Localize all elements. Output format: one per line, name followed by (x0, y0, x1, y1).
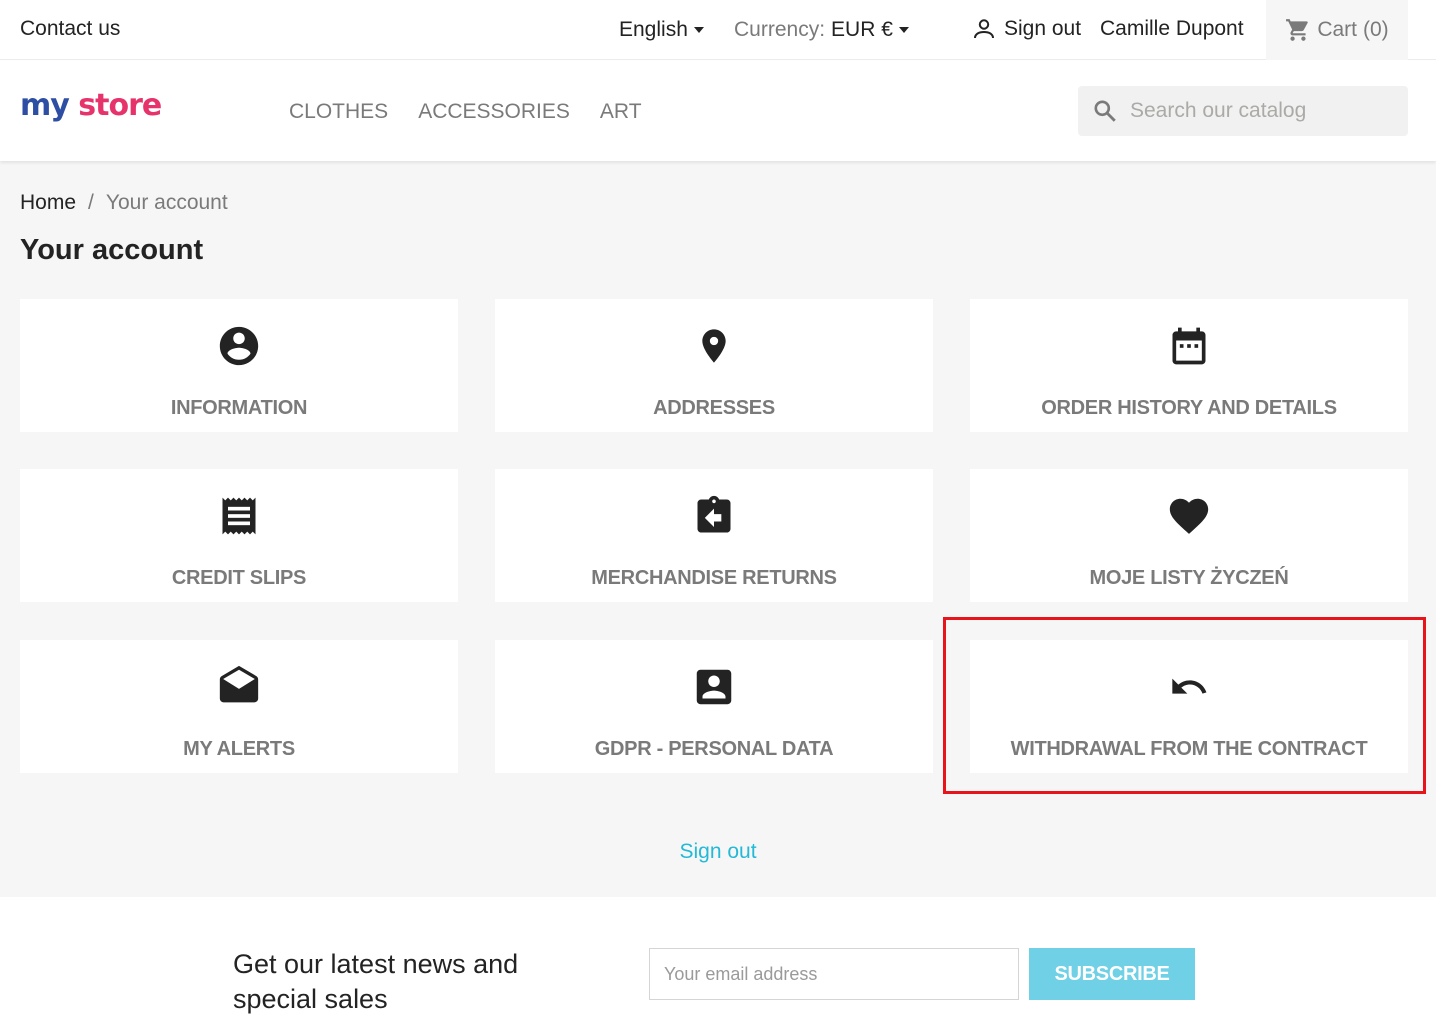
newsletter-section: Get our latest news and special sales Yo… (0, 897, 1436, 1016)
assignment-return-icon (697, 495, 731, 533)
nav-item-clothes[interactable]: CLOTHES (289, 100, 388, 124)
sign-out-link-label[interactable]: Sign out (679, 840, 756, 863)
tile-label: MY ALERTS (183, 738, 295, 760)
language-selector[interactable]: English (619, 18, 704, 42)
logo-text-my: my (20, 88, 70, 123)
tile-label: ORDER HISTORY AND DETAILS (1041, 397, 1337, 419)
breadcrumb-separator: / (88, 191, 94, 214)
breadcrumb: Home / Your account (20, 191, 228, 215)
tile-gdpr[interactable]: GDPR - PERSONAL DATA (495, 640, 933, 773)
currency-value: EUR € (831, 18, 893, 41)
tile-addresses[interactable]: ADDRESSES (495, 299, 933, 432)
cart-icon (1286, 19, 1309, 41)
location-pin-icon (702, 329, 726, 363)
tile-label: INFORMATION (170, 397, 308, 419)
currency-label: Currency: (734, 18, 826, 41)
envelope-open-icon (219, 665, 259, 703)
currency-selector[interactable]: Currency: EUR € (734, 18, 909, 42)
chevron-down-icon (693, 27, 704, 33)
tile-merchandise-returns[interactable]: MERCHANDISE RETURNS (495, 469, 933, 602)
subscribe-button[interactable]: SUBSCRIBE (1029, 948, 1195, 1000)
top-bar: Contact us English Currency: EUR € Sign … (0, 0, 1436, 60)
main-header: my store CLOTHES ACCESSORIES ART Search … (0, 60, 1436, 161)
receipt-icon (222, 497, 256, 535)
logo-text-store: store (78, 88, 162, 123)
page-title: Your account (20, 234, 204, 266)
account-circle-icon (219, 326, 259, 366)
language-label: English (619, 18, 688, 41)
sign-out-top-link[interactable]: Sign out (972, 17, 1081, 41)
cart-label: Cart (1317, 18, 1357, 41)
chevron-down-icon (898, 27, 909, 33)
email-field[interactable]: Your email address (649, 948, 1019, 1000)
breadcrumb-current: Your account (105, 191, 228, 214)
tile-label: MERCHANDISE RETURNS (591, 567, 837, 589)
user-name-link[interactable]: Camille Dupont (1100, 17, 1244, 41)
cart-button[interactable]: Cart (0) (1266, 0, 1408, 60)
breadcrumb-home[interactable]: Home (20, 191, 76, 215)
tile-label: CREDIT SLIPS (171, 567, 307, 589)
heart-icon (1169, 498, 1209, 534)
contact-us-link[interactable]: Contact us (20, 17, 120, 41)
nav-item-accessories[interactable]: ACCESSORIES (418, 100, 570, 124)
nav-item-art[interactable]: ART (600, 100, 642, 124)
highlight-box (943, 617, 1426, 794)
search-box[interactable]: Search our catalog (1078, 86, 1408, 136)
sign-out-link: Sign out (0, 840, 1436, 864)
user-icon (974, 19, 994, 39)
tile-order-history[interactable]: ORDER HISTORY AND DETAILS (970, 299, 1408, 432)
tile-my-alerts[interactable]: MY ALERTS (20, 640, 458, 773)
tile-label: MOJE LISTY ŻYCZEŃ (1089, 567, 1289, 589)
search-input[interactable]: Search our catalog (1130, 99, 1306, 123)
tile-label: GDPR - PERSONAL DATA (594, 738, 834, 760)
tile-wishlists[interactable]: MOJE LISTY ŻYCZEŃ (970, 469, 1408, 602)
main-nav: CLOTHES ACCESSORIES ART (289, 100, 642, 124)
account-box-icon (696, 669, 732, 705)
email-placeholder: Your email address (664, 963, 818, 984)
newsletter-text: Get our latest news and special sales (233, 949, 519, 1014)
search-icon[interactable] (1092, 98, 1118, 124)
tile-information[interactable]: INFORMATION (20, 299, 458, 432)
calendar-icon (1172, 327, 1206, 365)
cart-count: (0) (1363, 18, 1389, 41)
tile-label: ADDRESSES (653, 397, 775, 419)
store-logo[interactable]: my store (20, 88, 162, 123)
tile-credit-slips[interactable]: CREDIT SLIPS (20, 469, 458, 602)
sign-out-label: Sign out (1004, 17, 1082, 40)
